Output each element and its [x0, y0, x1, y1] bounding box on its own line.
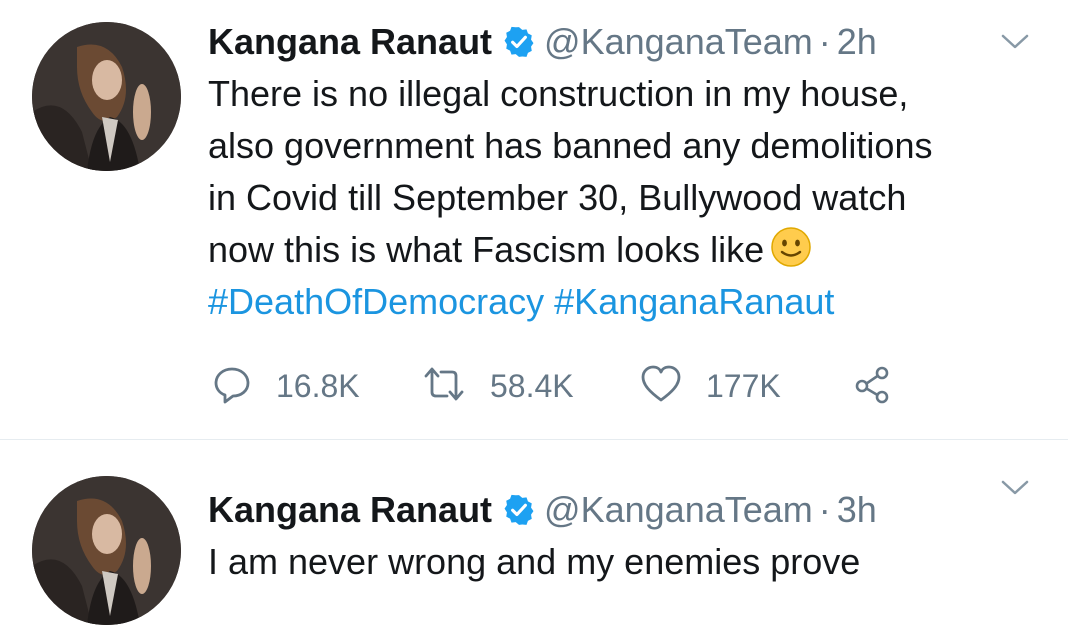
timestamp[interactable]: 3h — [837, 488, 877, 532]
like-icon — [640, 364, 682, 409]
tweet-text: There is no illegal construction in my h… — [208, 68, 1048, 328]
tweet-text-line: in Covid till September 30, Bullywood wa… — [208, 177, 907, 218]
author-name[interactable]: Kangana Ranaut — [208, 20, 492, 64]
avatar[interactable] — [32, 476, 181, 625]
separator-dot: · — [818, 489, 831, 530]
hashtag-link[interactable]: #KanganaRanaut — [554, 281, 834, 322]
hashtag-link[interactable]: #DeathOfDemocracy — [208, 281, 544, 322]
author-handle[interactable]: @KanganaTeam — [544, 488, 813, 532]
reply-icon — [212, 364, 252, 409]
timestamp[interactable]: 2h — [837, 20, 877, 64]
separator-dot: · — [818, 21, 831, 62]
tweet-text-line: now this is what Fascism looks like — [208, 229, 765, 270]
slightly-smiling-face-icon — [770, 226, 812, 268]
avatar[interactable] — [32, 22, 181, 171]
tweet[interactable]: Kangana Ranaut @KanganaTeam · 3h I am ne… — [0, 440, 1068, 625]
author-handle[interactable]: @KanganaTeam — [544, 20, 813, 64]
tweet-header: Kangana Ranaut @KanganaTeam · 3h — [208, 488, 877, 532]
tweet-header: Kangana Ranaut @KanganaTeam · 2h — [208, 20, 877, 64]
hashtag-line: #DeathOfDemocracy #KanganaRanaut — [208, 276, 1048, 328]
tweet-text-line: also government has banned any demolitio… — [208, 125, 933, 166]
tweet-text-line: I am never wrong and my enemies prove — [208, 541, 861, 582]
tweet[interactable]: Kangana Ranaut @KanganaTeam · 2h There i… — [0, 0, 1068, 440]
chevron-down-icon[interactable] — [1000, 478, 1030, 498]
verified-badge-icon — [502, 25, 536, 59]
tweet-text: I am never wrong and my enemies prove — [208, 536, 1048, 588]
like-button[interactable]: 177K — [640, 362, 781, 410]
author-name[interactable]: Kangana Ranaut — [208, 488, 492, 532]
tweet-text-line-with-emoji: now this is what Fascism looks like — [208, 224, 1048, 276]
chevron-down-icon[interactable] — [1000, 32, 1030, 52]
reply-count: 16.8K — [276, 367, 360, 404]
reply-button[interactable]: 16.8K — [212, 362, 360, 410]
share-button[interactable] — [852, 362, 892, 410]
retweet-count: 58.4K — [490, 367, 574, 404]
retweet-icon — [422, 364, 466, 409]
like-count: 177K — [706, 367, 781, 404]
tweet-text-line: There is no illegal construction in my h… — [208, 73, 909, 114]
share-icon — [852, 364, 892, 409]
verified-badge-icon — [502, 493, 536, 527]
retweet-button[interactable]: 58.4K — [422, 362, 574, 410]
